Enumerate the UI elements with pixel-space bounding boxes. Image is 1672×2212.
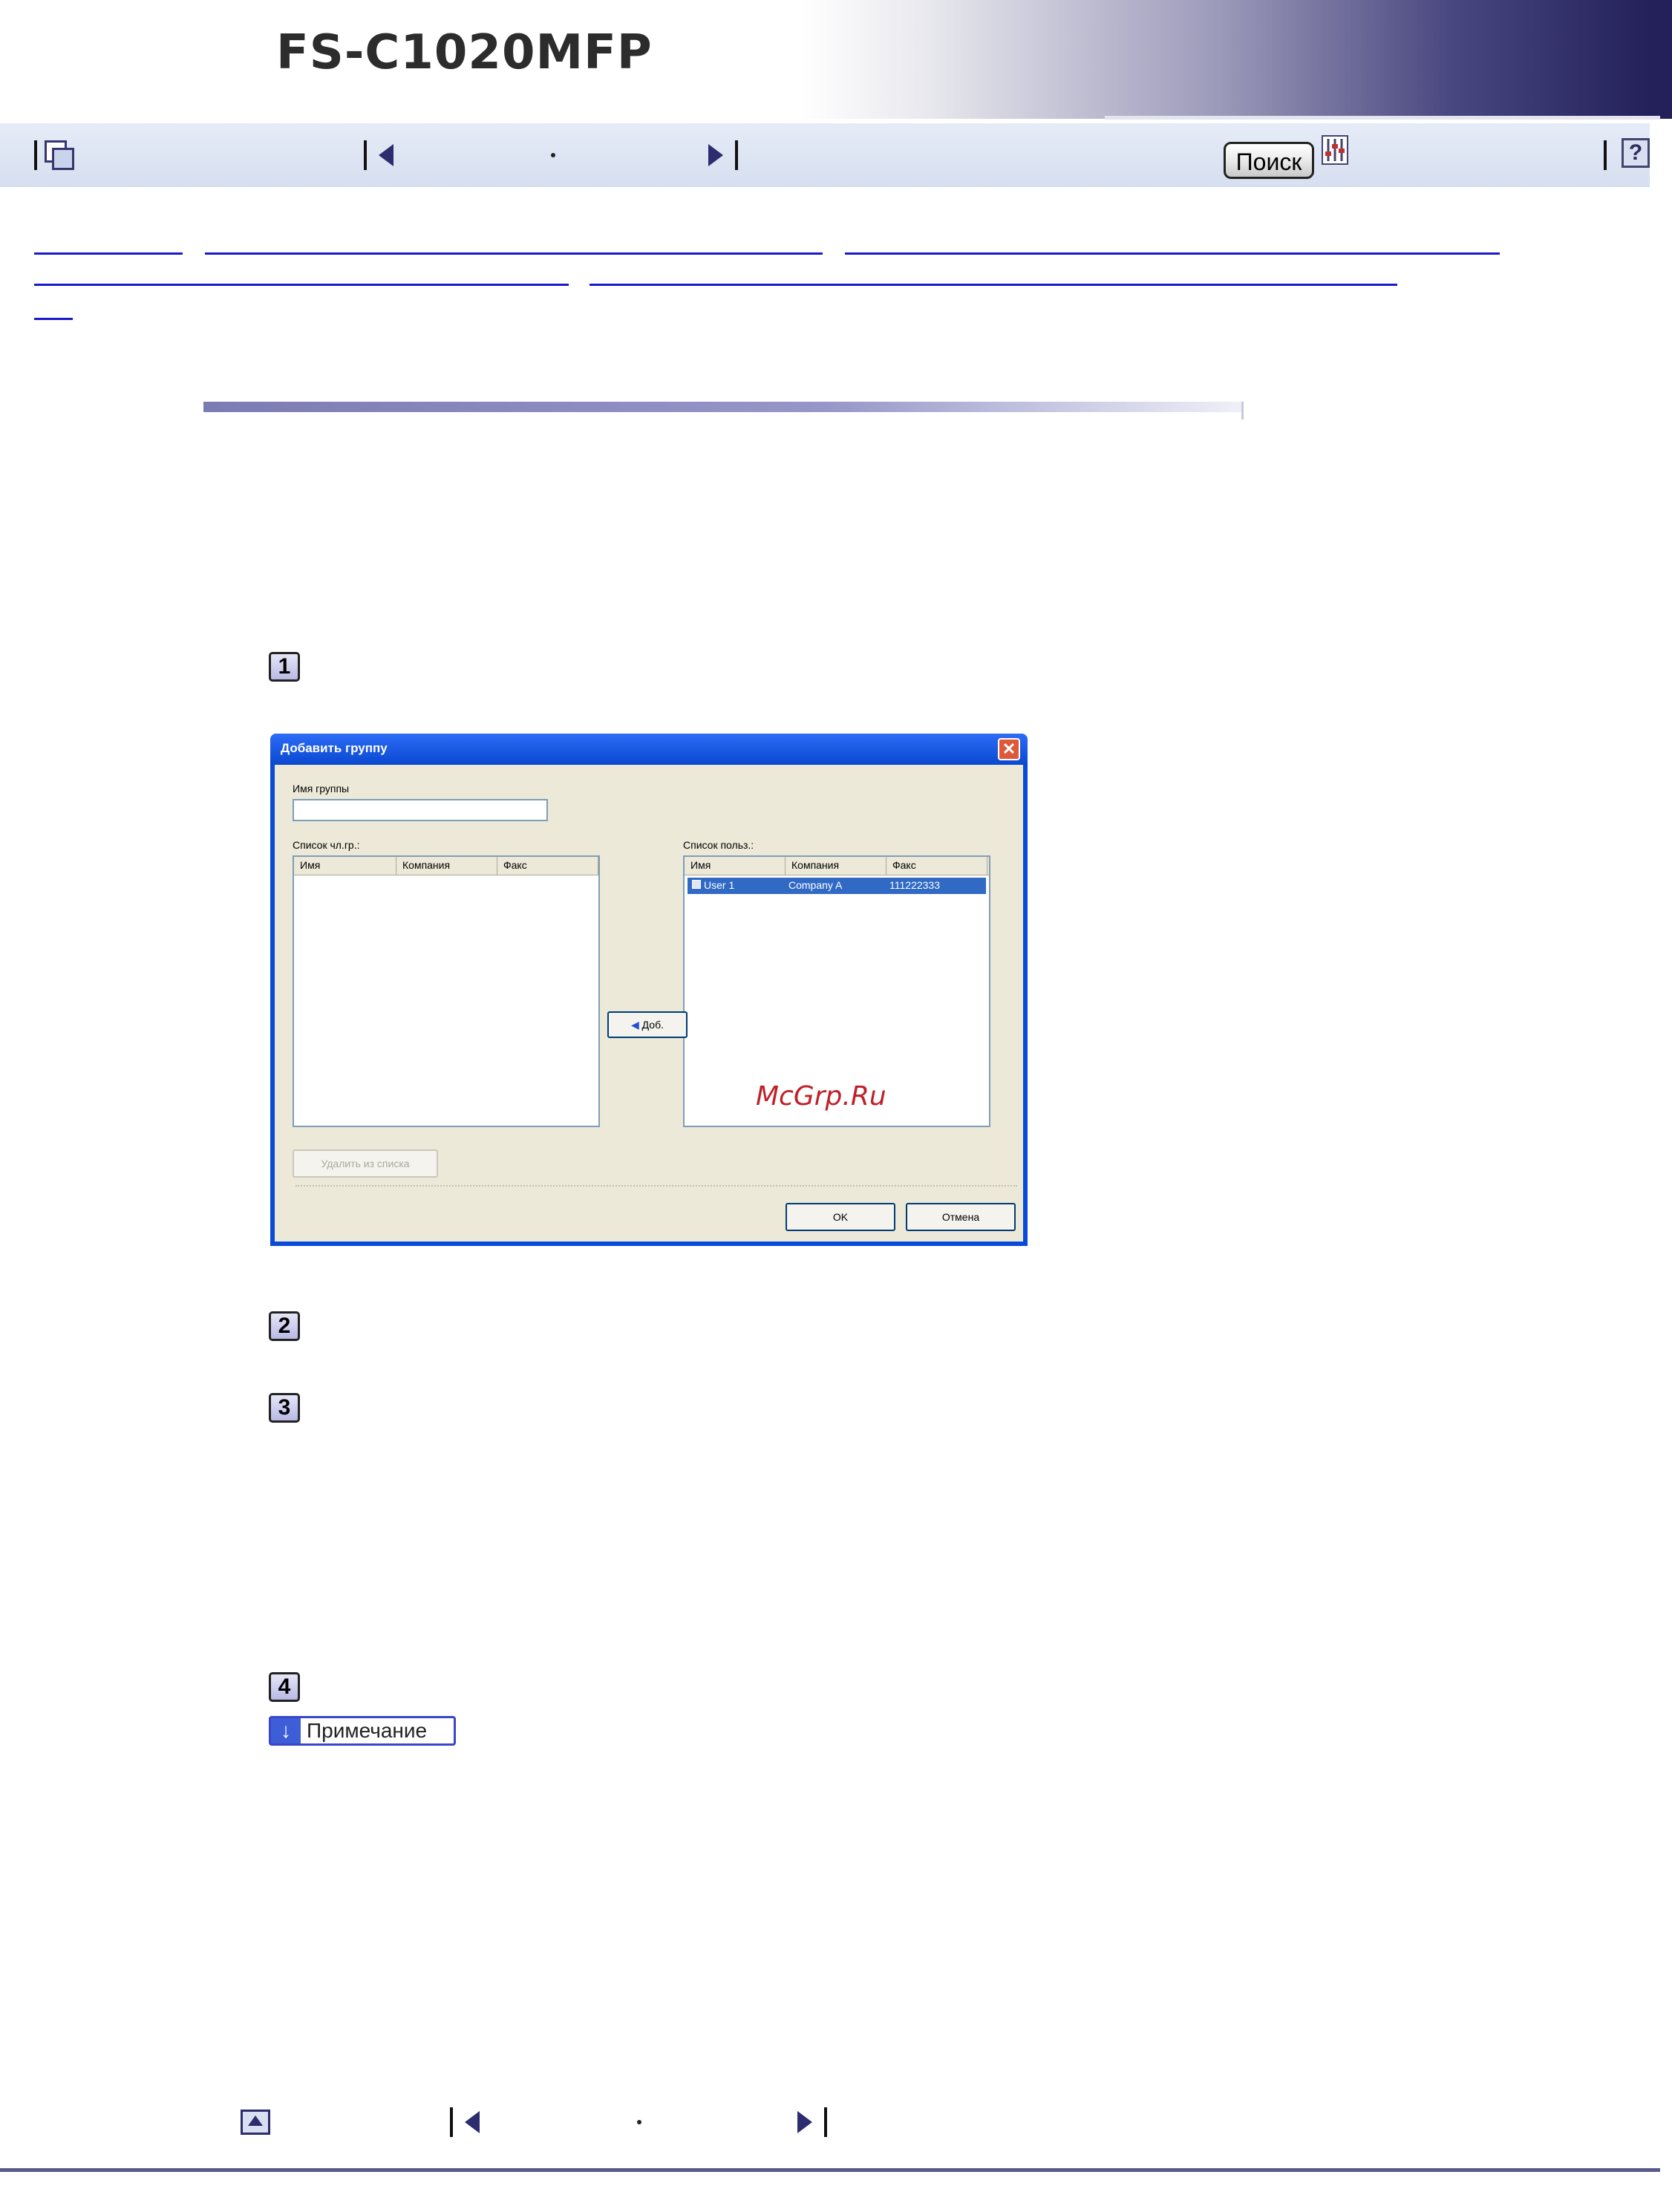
- dot-icon: [551, 153, 555, 157]
- dot-icon: [637, 2120, 641, 2124]
- add-button[interactable]: ◀ Доб.: [607, 1011, 688, 1038]
- dialog-body: Имя группы Список чл.гр.: Имя Компания Ф…: [275, 765, 1023, 1242]
- footer-next[interactable]: [797, 2106, 827, 2138]
- nav-next[interactable]: [708, 137, 738, 174]
- section-divider: [203, 402, 1243, 412]
- next-arrow-icon[interactable]: [797, 2111, 812, 2133]
- group-name-input[interactable]: [293, 799, 548, 821]
- breadcrumb-link[interactable]: [34, 284, 569, 286]
- user-fax-cell: 111222333: [889, 879, 940, 891]
- nav-prev[interactable]: [364, 137, 393, 174]
- column-header-fax[interactable]: Факс: [886, 857, 987, 875]
- left-arrow-icon: ◀: [630, 1019, 639, 1031]
- close-icon[interactable]: ✕: [998, 738, 1020, 760]
- help-icon[interactable]: ?: [1622, 138, 1650, 168]
- breadcrumb-link[interactable]: [205, 252, 823, 255]
- footer-divider: [0, 2168, 1660, 2172]
- users-list-header: Имя Компания Факс: [685, 857, 989, 875]
- breadcrumb-link[interactable]: [845, 252, 1500, 255]
- user-company-cell: Company A: [788, 879, 843, 891]
- remove-from-list-button[interactable]: Удалить из списка: [293, 1149, 438, 1178]
- user-icon: [692, 880, 701, 889]
- prev-arrow-icon[interactable]: [465, 2111, 480, 2133]
- product-title: FS-C1020MFP: [276, 25, 653, 80]
- step-badge: 4: [269, 1672, 300, 1702]
- cancel-button[interactable]: Отмена: [906, 1203, 1016, 1231]
- separator: [34, 140, 37, 170]
- contents-icon[interactable]: [45, 140, 74, 170]
- breadcrumb-link[interactable]: [34, 252, 183, 255]
- nav-help-sep: [1604, 137, 1607, 174]
- header-divider: [1105, 116, 1660, 120]
- nav-dot: [551, 137, 555, 174]
- members-label: Список чл.гр.:: [293, 839, 360, 851]
- search-button[interactable]: Поиск: [1224, 142, 1314, 179]
- breadcrumb-link[interactable]: [590, 284, 1397, 286]
- table-row[interactable]: User 1 Company A 111222333: [688, 878, 986, 894]
- step-badge: 2: [269, 1311, 300, 1341]
- separator: [450, 2107, 453, 2137]
- watermark: McGrp.Ru: [756, 1081, 886, 1112]
- dialog-titlebar: Добавить группу ✕: [270, 734, 1028, 765]
- dialog-separator: [295, 1185, 1017, 1187]
- column-header-company[interactable]: Компания: [786, 857, 886, 875]
- user-name-cell: User 1: [688, 878, 784, 894]
- breadcrumb-link[interactable]: [34, 318, 73, 320]
- members-list[interactable]: Имя Компания Факс: [293, 855, 600, 1127]
- separator: [824, 2107, 827, 2137]
- column-header-name[interactable]: Имя: [294, 857, 396, 875]
- note-label: Примечание: [307, 1719, 428, 1742]
- column-header-fax[interactable]: Факс: [497, 857, 598, 875]
- search-options-icon[interactable]: [1322, 135, 1348, 165]
- ok-button[interactable]: OK: [786, 1203, 895, 1231]
- footer-top-link[interactable]: [241, 2106, 270, 2138]
- nav-contents[interactable]: [34, 137, 74, 174]
- group-name-label: Имя группы: [293, 783, 350, 795]
- add-group-dialog: Добавить группу ✕ Имя группы Список чл.г…: [270, 734, 1028, 1246]
- top-navbar: [0, 123, 1650, 187]
- users-label: Список польз.:: [683, 839, 754, 851]
- page-top-icon[interactable]: [241, 2110, 270, 2135]
- down-arrow-icon: ↓: [271, 1718, 301, 1743]
- step-badge: 3: [269, 1393, 300, 1423]
- separator: [735, 140, 738, 170]
- section-divider-end: [1241, 402, 1244, 420]
- note-button[interactable]: ↓ Примечание: [269, 1716, 456, 1746]
- footer-prev[interactable]: [450, 2106, 480, 2138]
- next-arrow-icon[interactable]: [708, 144, 723, 166]
- footer-dot: [637, 2106, 641, 2138]
- column-header-company[interactable]: Компания: [396, 857, 497, 875]
- step-badge: 1: [269, 652, 300, 682]
- page-header: FS-C1020MFP: [0, 0, 1672, 120]
- members-list-header: Имя Компания Факс: [294, 857, 598, 875]
- separator: [1604, 140, 1607, 170]
- separator: [364, 140, 367, 170]
- prev-arrow-icon[interactable]: [379, 144, 393, 166]
- dialog-title: Добавить группу: [281, 741, 388, 755]
- column-header-name[interactable]: Имя: [685, 857, 786, 875]
